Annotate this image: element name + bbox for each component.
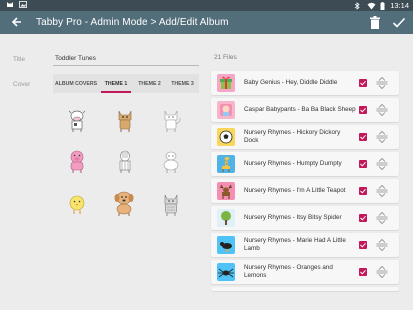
tab-theme-2[interactable]: THEME 2	[133, 74, 166, 93]
drag-handle-icon[interactable]	[376, 130, 388, 144]
file-name: Baby Genius - Hey, Diddle Diddle	[244, 79, 338, 86]
file-list: Baby Genius - Hey, Diddle Diddle Caspar …	[211, 71, 399, 294]
file-name: Nursery Rhymes - Humpty Dumpty	[244, 160, 342, 167]
list-item[interactable]: Nursery Rhymes - Marie Had A Little Lamb	[211, 233, 399, 257]
file-name: Nursery Rhymes - Marie Had A Little Lamb	[244, 237, 346, 252]
checkbox[interactable]	[359, 133, 367, 141]
cover-cat-color[interactable]	[111, 106, 139, 134]
list-item-partial[interactable]	[211, 287, 399, 291]
list-item[interactable]: Baby Genius - Hey, Diddle Diddle	[211, 71, 399, 95]
gift-icon	[217, 74, 235, 92]
spider-icon	[217, 263, 235, 281]
cover-sheep-sketch[interactable]	[157, 147, 185, 175]
cover-pig-color[interactable]	[63, 147, 91, 175]
file-name: Nursery Rhymes - Hickory Dickory Dock	[244, 129, 341, 144]
drag-handle-icon[interactable]	[376, 103, 388, 117]
tab-album-covers[interactable]: ALBUM COVERS	[53, 74, 99, 93]
file-name: Nursery Rhymes - Itsy Bitsy Spider	[244, 214, 342, 221]
content-area: Title Toddler Tunes Cover ALBUM COVERS T…	[0, 34, 413, 310]
soccer-ball-icon	[217, 128, 235, 146]
cover-dog-color[interactable]	[109, 188, 137, 216]
trash-icon[interactable]	[368, 15, 382, 30]
drag-handle-icon[interactable]	[376, 265, 388, 279]
status-bar: 13:14	[0, 0, 413, 11]
moose-icon	[217, 182, 235, 200]
drag-handle-icon[interactable]	[376, 184, 388, 198]
list-item[interactable]: Nursery Rhymes - Humpty Dumpty	[211, 152, 399, 176]
tab-theme-1[interactable]: THEME 1	[99, 74, 133, 93]
file-name: Nursery Rhymes - Oranges and Lemons	[244, 264, 333, 279]
arrow-back-icon[interactable]	[10, 15, 24, 29]
tree-icon	[217, 209, 235, 227]
file-name: Nursery Rhymes - I'm A Little Teapot	[244, 187, 346, 194]
checkbox[interactable]	[359, 187, 367, 195]
cat-icon	[6, 1, 14, 8]
battery-icon	[380, 2, 385, 10]
tab-theme-3[interactable]: THEME 3	[166, 74, 199, 93]
title-label: Title	[13, 56, 26, 63]
giraffe-icon	[217, 155, 235, 173]
title-input[interactable]: Toddler Tunes	[53, 52, 199, 66]
checkbox[interactable]	[359, 214, 367, 222]
cover-zebra-sketch[interactable]	[111, 147, 139, 175]
image-icon	[19, 1, 27, 8]
cover-tabs: ALBUM COVERS THEME 1 THEME 2 THEME 3	[53, 74, 199, 93]
baby-icon	[217, 101, 235, 119]
list-item[interactable]: Nursery Rhymes - Oranges and Lemons	[211, 260, 399, 284]
cover-chick-color[interactable]	[63, 190, 91, 218]
files-count: 21 Files	[214, 54, 237, 61]
page-title: Tabby Pro - Admin Mode > Add/Edit Album	[36, 17, 229, 28]
check-icon[interactable]	[391, 15, 407, 30]
file-name: Caspar Babypants - Ba Ba Black Sheep	[244, 106, 356, 113]
status-time: 13:14	[390, 1, 409, 10]
checkbox[interactable]	[359, 79, 367, 87]
title-input-value: Toddler Tunes	[55, 55, 96, 62]
app-bar: Tabby Pro - Admin Mode > Add/Edit Album	[0, 11, 413, 34]
drag-handle-icon[interactable]	[376, 238, 388, 252]
list-item[interactable]: Nursery Rhymes - I'm A Little Teapot	[211, 179, 399, 203]
list-item[interactable]: Nursery Rhymes - Hickory Dickory Dock	[211, 125, 399, 149]
cover-cat-gray[interactable]	[157, 190, 185, 218]
drag-handle-icon[interactable]	[376, 157, 388, 171]
cover-grid	[53, 104, 199, 224]
checkbox[interactable]	[359, 241, 367, 249]
list-item[interactable]: Caspar Babypants - Ba Ba Black Sheep	[211, 98, 399, 122]
cover-label: Cover	[13, 81, 31, 88]
checkbox[interactable]	[359, 106, 367, 114]
drag-handle-icon[interactable]	[376, 76, 388, 90]
checkbox[interactable]	[359, 268, 367, 276]
bluetooth-icon	[354, 2, 362, 10]
wifi-icon	[367, 2, 376, 10]
drag-handle-icon[interactable]	[376, 211, 388, 225]
bird-icon	[217, 236, 235, 254]
cover-cow-sketch[interactable]	[63, 106, 91, 134]
list-item[interactable]: Nursery Rhymes - Itsy Bitsy Spider	[211, 206, 399, 230]
cover-cat-sketch[interactable]	[157, 106, 185, 134]
checkbox[interactable]	[359, 160, 367, 168]
